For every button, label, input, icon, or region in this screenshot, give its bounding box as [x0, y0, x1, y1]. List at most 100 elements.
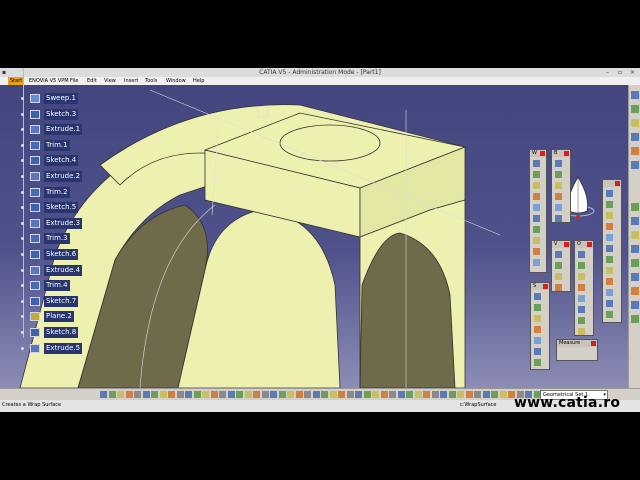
panel-tool-icon[interactable] [606, 278, 613, 285]
toolbar-tool-icon[interactable] [631, 259, 639, 267]
toolbar-tool-icon[interactable] [631, 133, 639, 141]
toolbar-tool-icon[interactable] [474, 391, 481, 398]
panel-tool-icon[interactable] [578, 273, 585, 280]
panel-tool-icon[interactable] [534, 315, 541, 322]
toolbar-tool-icon[interactable] [491, 391, 498, 398]
toolbar-tool-icon[interactable] [346, 391, 354, 398]
toolbar-tool-icon[interactable] [631, 147, 639, 155]
toolbar-tool-icon[interactable] [631, 91, 639, 99]
tree-expand-icon[interactable] [21, 190, 24, 194]
panel-tool-icon[interactable] [555, 251, 562, 258]
toolbar-tool-icon[interactable] [287, 391, 294, 398]
close-window-button[interactable]: × [630, 68, 635, 77]
close-icon[interactable] [540, 151, 545, 156]
toolbar-tool-icon[interactable] [202, 391, 209, 398]
toolbar-tool-icon[interactable] [168, 391, 175, 398]
panel-tool-icon[interactable] [606, 201, 613, 208]
toolbar-tool-icon[interactable] [631, 273, 639, 281]
menu-tools[interactable]: Tools [145, 77, 157, 85]
toolbar-tool-icon[interactable] [236, 391, 243, 398]
panel-tool-icon[interactable] [606, 256, 613, 263]
toolbar-tool-icon[interactable] [440, 391, 447, 398]
toolbar-tool-icon[interactable] [631, 161, 639, 169]
toolbar-tool-icon[interactable] [499, 391, 507, 398]
panel-tool-icon[interactable] [606, 300, 613, 307]
tree-expand-icon[interactable] [21, 331, 24, 334]
close-icon[interactable] [615, 181, 620, 186]
panel-tool-icon[interactable] [578, 262, 585, 269]
toolbar-tool-icon[interactable] [108, 391, 116, 398]
close-icon[interactable] [587, 242, 592, 247]
toolbar-tool-icon[interactable] [312, 391, 320, 398]
panel-tool-icon[interactable] [533, 193, 540, 200]
panel-tool-icon[interactable] [606, 234, 613, 241]
tree-expand-icon[interactable] [21, 253, 24, 256]
panel-tool-icon[interactable] [555, 193, 562, 200]
toolbar-tool-icon[interactable] [631, 287, 639, 295]
toolbar-tool-icon[interactable] [227, 391, 235, 398]
toolbar-tool-icon[interactable] [210, 391, 218, 398]
panel-tool-icon[interactable] [534, 326, 541, 333]
tree-expand-icon[interactable] [21, 97, 24, 100]
menu-edit[interactable]: Edit [87, 77, 97, 85]
close-icon[interactable] [564, 242, 569, 247]
toolbar-tool-icon[interactable] [372, 391, 379, 398]
tree-expand-icon[interactable] [21, 299, 24, 303]
panel-tool-icon[interactable] [533, 237, 540, 244]
toolbar-tool-icon[interactable] [380, 391, 388, 398]
panel-tool-icon[interactable] [555, 273, 562, 280]
panel-tool-icon[interactable] [578, 306, 585, 313]
toolbar-tool-icon[interactable] [631, 231, 639, 239]
toolbar-tool-icon[interactable] [631, 119, 639, 127]
toolbar-tool-icon[interactable] [304, 391, 311, 398]
panel-tool-icon[interactable] [606, 190, 613, 197]
panel-tool-icon[interactable] [578, 251, 585, 258]
panel-tool-icon[interactable] [578, 317, 585, 324]
toolbar-tool-icon[interactable] [185, 391, 192, 398]
toolbar-tool-icon[interactable] [389, 391, 396, 398]
panel-tool-icon[interactable] [555, 262, 562, 269]
toolbar-tool-icon[interactable] [465, 391, 473, 398]
toolbar-tool-icon[interactable] [363, 391, 371, 398]
panel-tool-icon[interactable] [578, 295, 585, 302]
panel-tool-icon[interactable] [555, 215, 562, 222]
panel-tool-icon[interactable] [533, 215, 540, 222]
toolbar-tool-icon[interactable] [457, 391, 464, 398]
toolbar-tool-icon[interactable] [397, 391, 405, 398]
menu-file[interactable]: File [70, 77, 78, 85]
tree-expand-icon[interactable] [21, 143, 24, 147]
toolbar-tool-icon[interactable] [100, 391, 107, 398]
panel-tool-icon[interactable] [533, 182, 540, 189]
toolbar-tool-icon[interactable] [406, 391, 413, 398]
toolbar-tool-icon[interactable] [270, 391, 277, 398]
panel-tool-icon[interactable] [533, 171, 540, 178]
panel-tool-icon[interactable] [578, 284, 585, 291]
toolbar-tool-icon[interactable] [423, 391, 430, 398]
panel-tool-icon[interactable] [534, 348, 541, 355]
toolbar-tool-icon[interactable] [631, 315, 639, 323]
panel-tool-icon[interactable] [555, 204, 562, 211]
panel-tool-icon[interactable] [606, 245, 613, 252]
tree-expand-icon[interactable] [21, 175, 24, 178]
toolbar-tool-icon[interactable] [142, 391, 150, 398]
tree-expand-icon[interactable] [21, 346, 24, 350]
close-icon[interactable] [564, 151, 569, 156]
panel-tool-icon[interactable] [533, 204, 540, 211]
panel-tool-icon[interactable] [578, 328, 585, 335]
toolbar-tool-icon[interactable] [329, 391, 337, 398]
toolbar-tool-icon[interactable] [448, 391, 456, 398]
toolbar-tool-icon[interactable] [134, 391, 141, 398]
toolbar-tool-icon[interactable] [176, 391, 184, 398]
panel-tool-icon[interactable] [534, 304, 541, 311]
panel-tool-icon[interactable] [606, 212, 613, 219]
panel-tool-icon[interactable] [555, 160, 562, 167]
menu-enovia[interactable]: ENOVIA V5 VPM [29, 77, 69, 85]
menu-window[interactable]: Window [166, 77, 186, 85]
menu-view[interactable]: View [104, 77, 116, 85]
panel-tool-icon[interactable] [533, 259, 540, 266]
command-input[interactable]: c:WrapSurface [460, 401, 497, 410]
toolbar-tool-icon[interactable] [244, 391, 252, 398]
panel-tool-icon[interactable] [534, 337, 541, 344]
panel-tool-icon[interactable] [606, 223, 613, 230]
panel-tool-icon[interactable] [533, 248, 540, 255]
